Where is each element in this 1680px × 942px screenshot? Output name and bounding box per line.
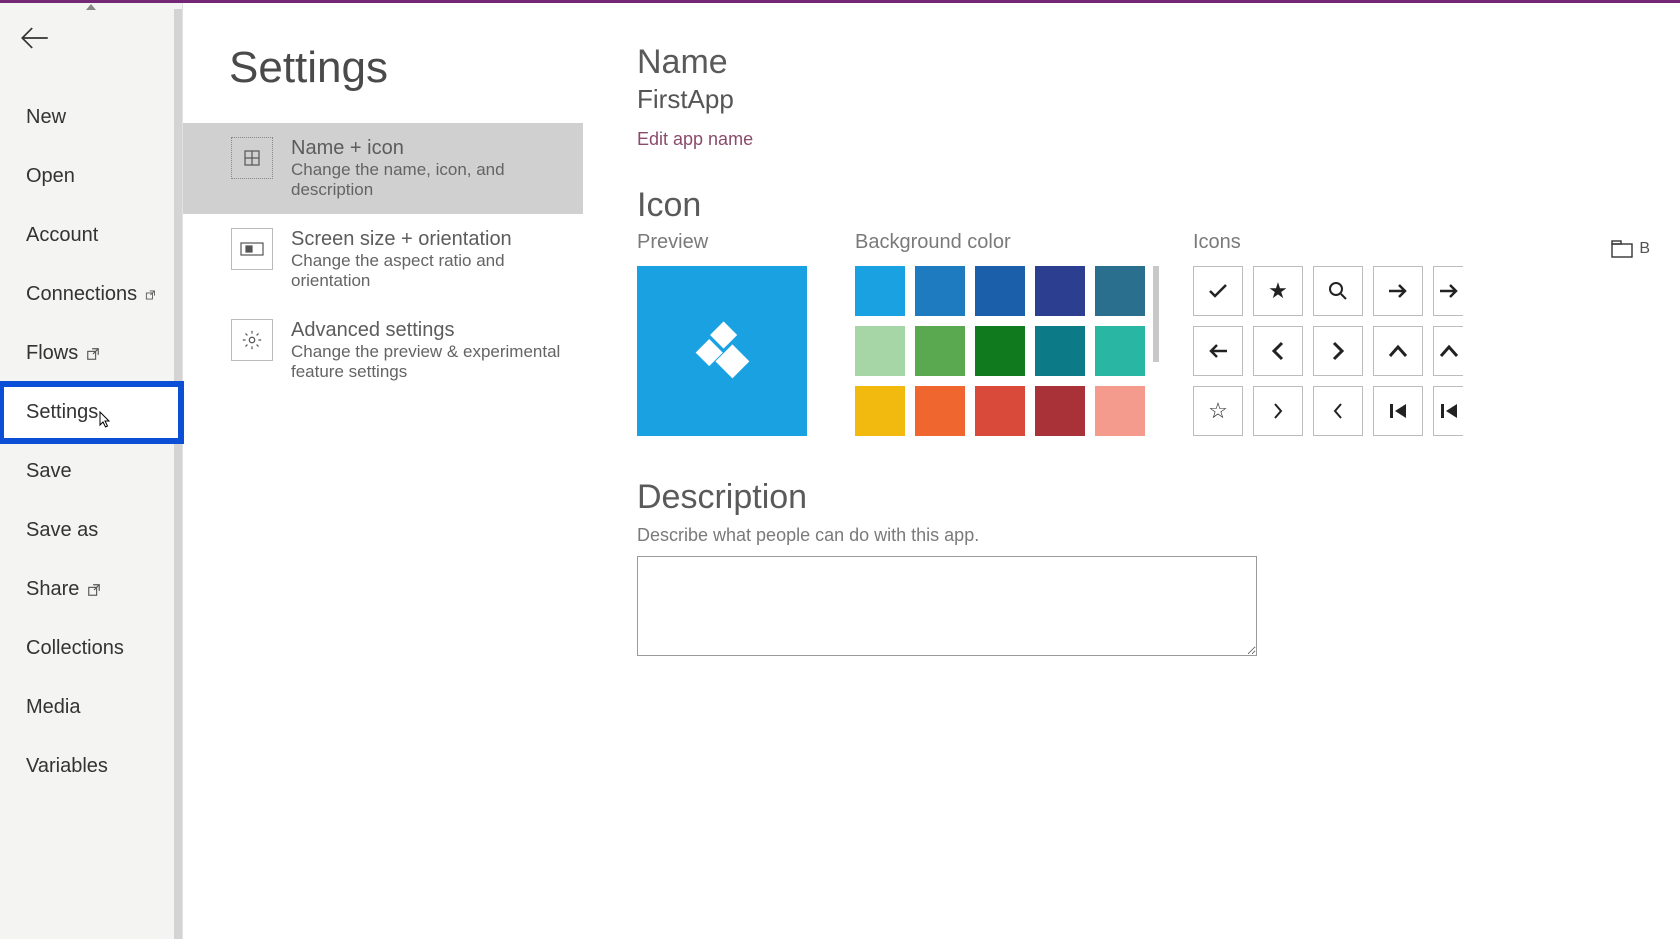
icon-option-arrow-right-cut[interactable] <box>1433 266 1463 316</box>
description-textarea[interactable] <box>637 556 1257 656</box>
icon-option-angle-right[interactable] <box>1253 386 1303 436</box>
icon-option-check[interactable] <box>1193 266 1243 316</box>
icon-preview-tile <box>637 266 807 436</box>
nav-item-label: Share <box>26 578 79 601</box>
nav-item-label: Settings <box>26 401 98 424</box>
nav-item-label: Collections <box>26 637 124 660</box>
name-heading: Name <box>637 43 1680 82</box>
nav-item-account[interactable]: Account <box>0 206 182 265</box>
icon-option-arrow-right[interactable] <box>1373 266 1423 316</box>
settings-subnav: Settings Name + iconChange the name, ico… <box>183 3 583 939</box>
color-swatch-0[interactable] <box>855 266 905 316</box>
app-name-value: FirstApp <box>637 84 1680 115</box>
edit-app-name-link[interactable]: Edit app name <box>637 129 753 150</box>
color-swatch-7[interactable] <box>975 326 1025 376</box>
icon-option-chevron-up-cut[interactable] <box>1433 326 1463 376</box>
external-link-icon <box>87 583 101 597</box>
nav-item-media[interactable]: Media <box>0 678 182 737</box>
settings-item-icon <box>231 319 273 361</box>
nav-item-flows[interactable]: Flows <box>0 324 182 383</box>
nav-item-label: Connections <box>26 283 137 306</box>
settings-item-title: Advanced settings <box>291 319 561 342</box>
color-swatch-6[interactable] <box>915 326 965 376</box>
settings-item-desc: Change the aspect ratio and orientation <box>291 251 561 291</box>
icon-option-star-filled[interactable]: ★ <box>1253 266 1303 316</box>
icon-option-skip-back-cut[interactable] <box>1433 386 1463 436</box>
nav-item-save-as[interactable]: Save as <box>0 501 182 560</box>
settings-item-name-icon[interactable]: Name + iconChange the name, icon, and de… <box>183 123 583 214</box>
nav-item-label: Flows <box>26 342 78 365</box>
color-scrollbar[interactable] <box>1153 266 1159 362</box>
icon-option-chevron-left[interactable] <box>1253 326 1303 376</box>
color-swatch-8[interactable] <box>1035 326 1085 376</box>
nav-item-settings[interactable]: Settings <box>0 383 182 442</box>
icon-option-angle-left[interactable] <box>1313 386 1363 436</box>
nav-item-collections[interactable]: Collections <box>0 619 182 678</box>
icon-option-chevron-right[interactable] <box>1313 326 1363 376</box>
color-swatch-3[interactable] <box>1035 266 1085 316</box>
icon-heading: Icon <box>637 186 1680 225</box>
nav-item-connections[interactable]: Connections <box>0 265 182 324</box>
icon-option-skip-back[interactable] <box>1373 386 1423 436</box>
settings-item-title: Screen size + orientation <box>291 228 561 251</box>
file-menu-sidebar: New Open Account Connections Flows Settings Sa… <box>0 3 183 939</box>
icon-option-search[interactable] <box>1313 266 1363 316</box>
color-swatch-10[interactable] <box>855 386 905 436</box>
color-swatch-2[interactable] <box>975 266 1025 316</box>
icon-option-chevron-up[interactable] <box>1373 326 1423 376</box>
color-swatch-5[interactable] <box>855 326 905 376</box>
nav-item-label: Variables <box>26 755 108 778</box>
nav-item-label: Open <box>26 165 75 188</box>
color-swatch-4[interactable] <box>1095 266 1145 316</box>
color-swatch-13[interactable] <box>1035 386 1085 436</box>
settings-item-screen-size-orientation[interactable]: Screen size + orientationChange the aspe… <box>183 214 583 305</box>
nav-item-share[interactable]: Share <box>0 560 182 619</box>
external-link-icon <box>145 288 156 302</box>
folder-icon <box>1611 240 1633 258</box>
sidebar-scroll-up[interactable] <box>0 3 182 11</box>
nav-item-save[interactable]: Save <box>0 442 182 501</box>
settings-item-desc: Change the name, icon, and description <box>291 160 561 200</box>
settings-item-desc: Change the preview & experimental featur… <box>291 342 561 382</box>
icons-block: Icons B ★ ☆ <box>1193 231 1680 436</box>
color-swatch-12[interactable] <box>975 386 1025 436</box>
settings-item-advanced-settings[interactable]: Advanced settingsChange the preview & ex… <box>183 305 583 396</box>
settings-item-title: Name + icon <box>291 137 561 160</box>
nav-item-label: Save <box>26 460 72 483</box>
mouse-cursor <box>98 411 112 429</box>
settings-detail-panel: Name FirstApp Edit app name Icon Preview <box>583 3 1680 939</box>
color-swatch-14[interactable] <box>1095 386 1145 436</box>
nav-item-label: Media <box>26 696 80 719</box>
preview-label: Preview <box>637 231 807 254</box>
color-swatch-9[interactable] <box>1095 326 1145 376</box>
nav-item-label: New <box>26 106 66 129</box>
back-button[interactable] <box>0 11 182 60</box>
nav-item-label: Save as <box>26 519 98 542</box>
settings-title: Settings <box>229 43 583 93</box>
color-swatch-1[interactable] <box>915 266 965 316</box>
description-hint: Describe what people can do with this ap… <box>637 525 1680 546</box>
color-swatch-11[interactable] <box>915 386 965 436</box>
nav-item-variables[interactable]: Variables <box>0 737 182 796</box>
nav-item-new[interactable]: New <box>0 88 182 147</box>
description-heading: Description <box>637 478 1680 517</box>
icon-option-arrow-left[interactable] <box>1193 326 1243 376</box>
settings-item-icon <box>231 137 273 179</box>
browse-icon-button[interactable]: B <box>1611 240 1650 258</box>
bgcolor-block: Background color <box>855 231 1145 436</box>
icons-label: Icons <box>1193 231 1241 254</box>
bgcolor-label: Background color <box>855 231 1145 254</box>
icon-option-star-outline[interactable]: ☆ <box>1193 386 1243 436</box>
external-link-icon <box>86 347 100 361</box>
nav-item-open[interactable]: Open <box>0 147 182 206</box>
settings-item-icon <box>231 228 273 270</box>
nav-item-label: Account <box>26 224 98 247</box>
app-icon-glyph <box>682 311 762 391</box>
preview-block: Preview <box>637 231 807 436</box>
